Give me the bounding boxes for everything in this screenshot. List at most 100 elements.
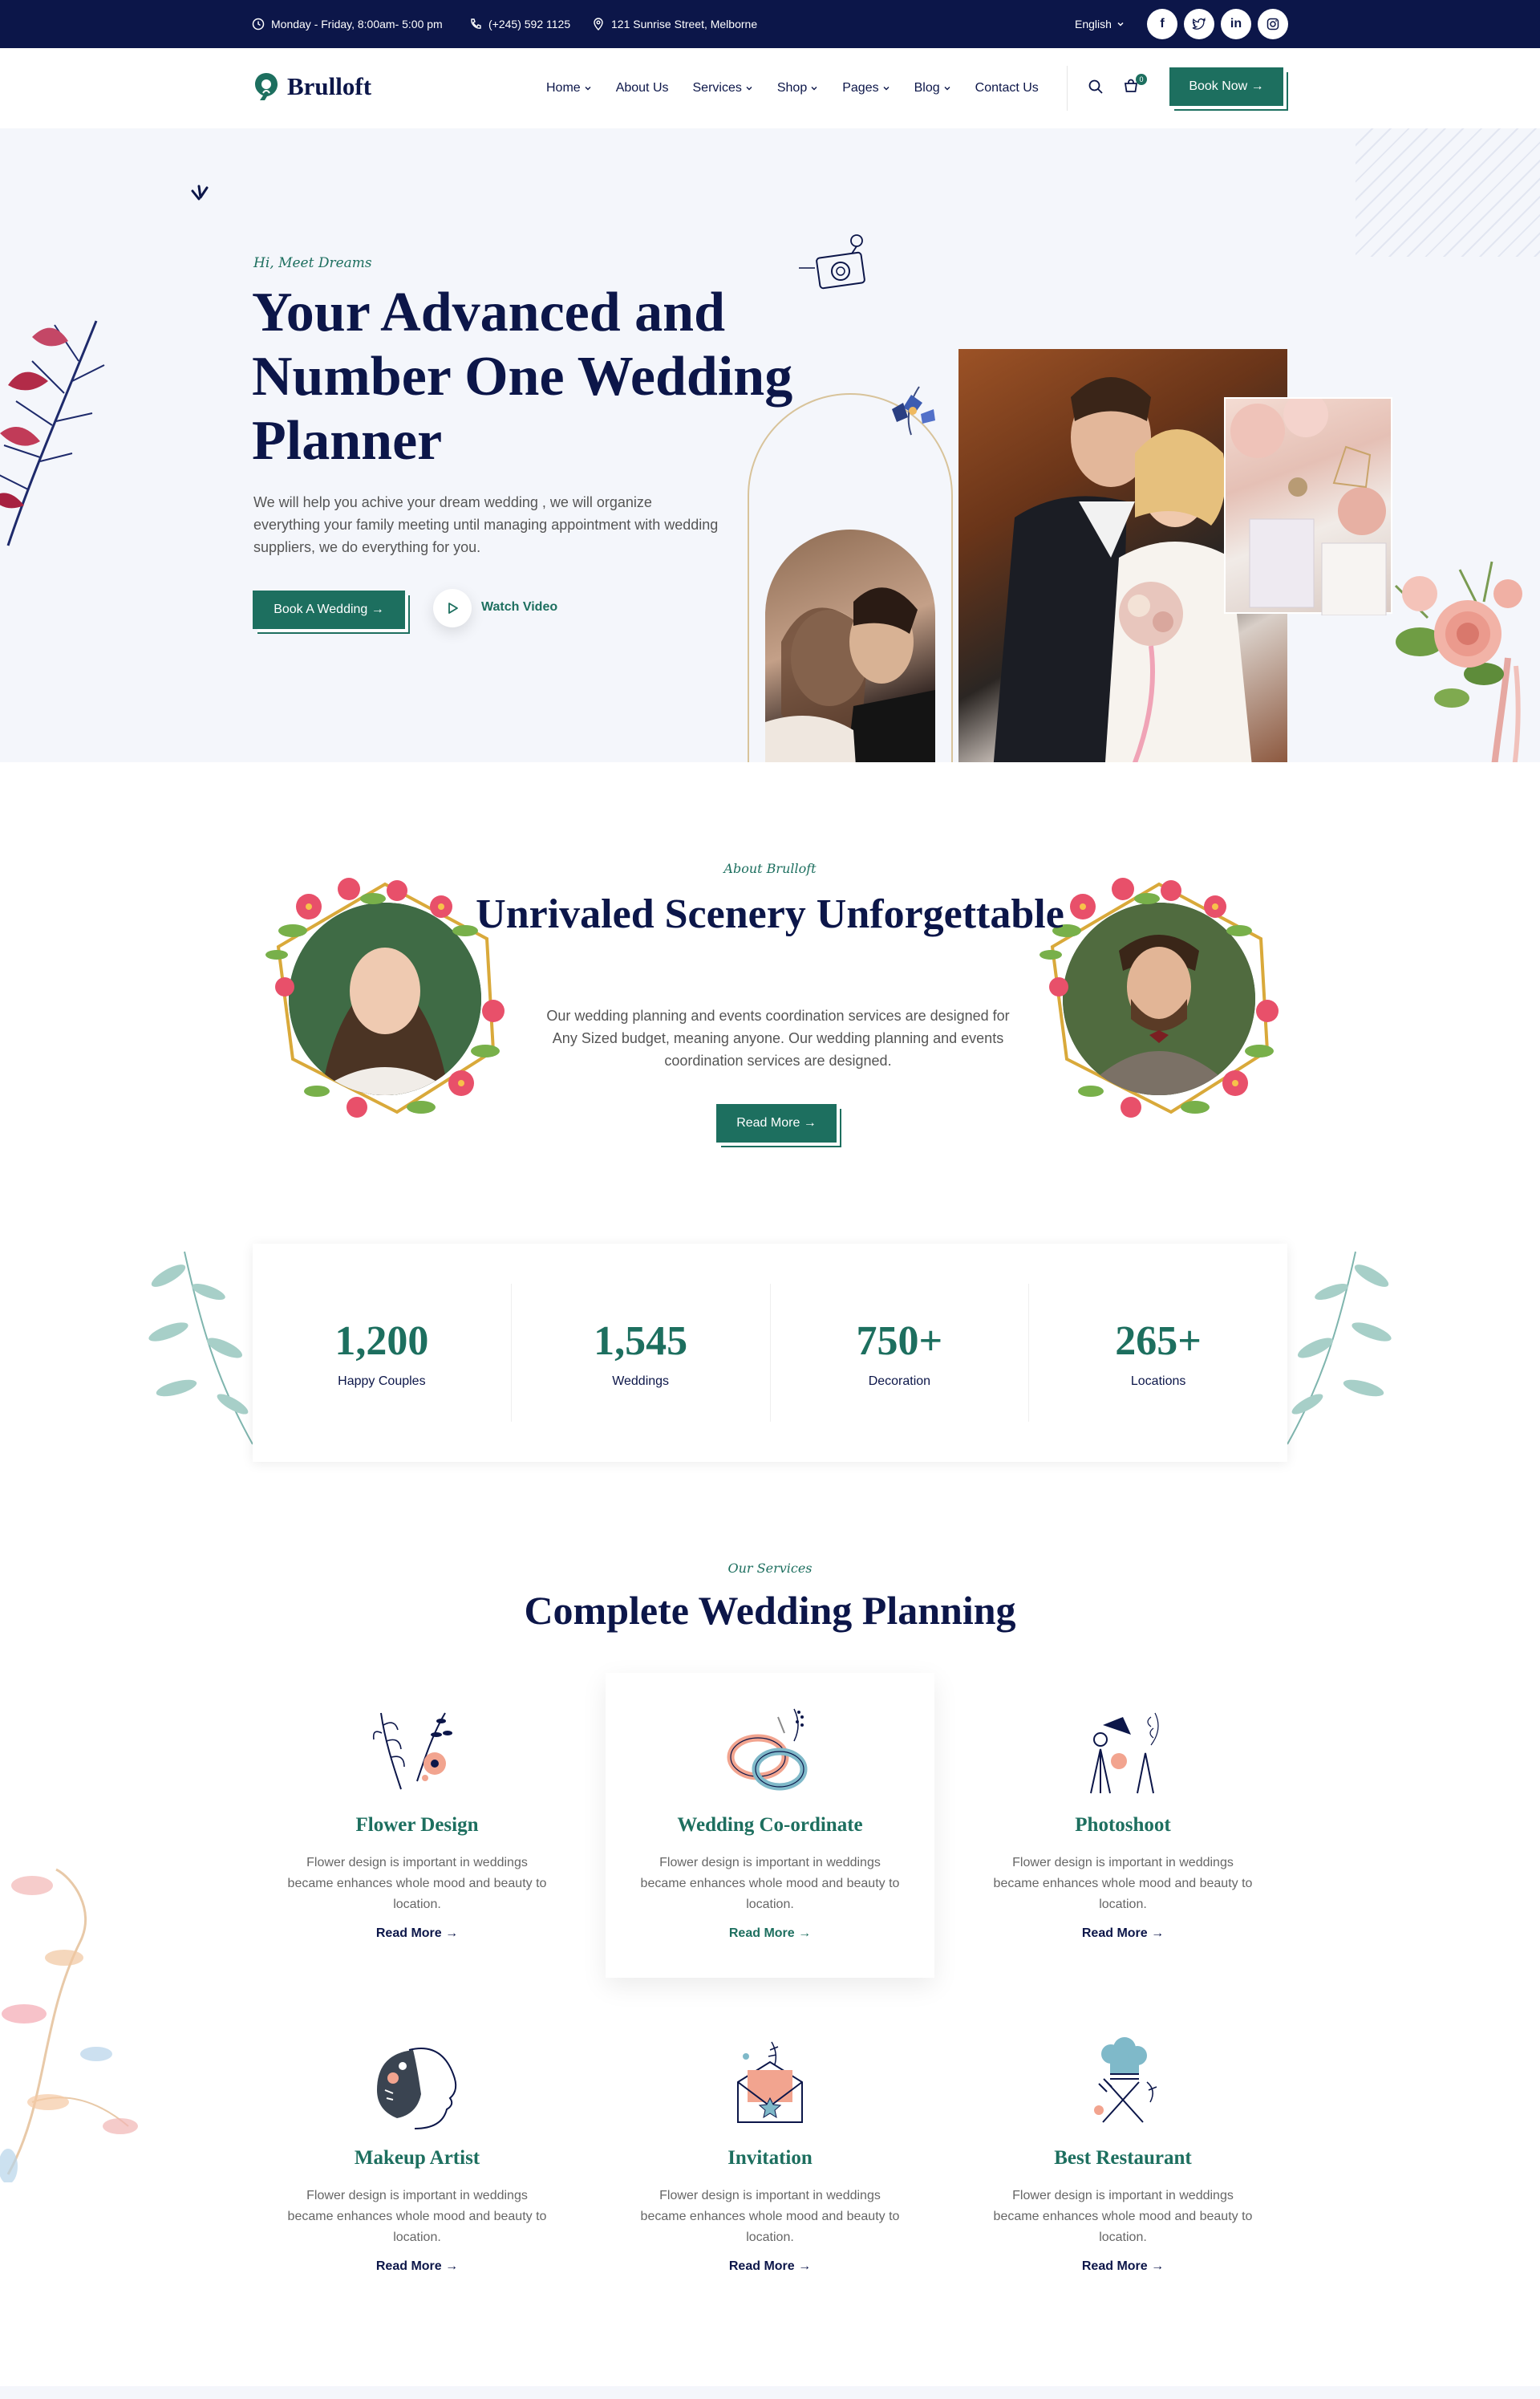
main-nav: Home About Us Services Shop Pages Blog C… xyxy=(546,48,1039,128)
stat-weddings: 1,545 Weddings xyxy=(512,1284,771,1422)
blue-flower-icon xyxy=(892,386,935,436)
book-wedding-button[interactable]: Book A Wedding → xyxy=(253,591,405,629)
nav-home[interactable]: Home xyxy=(546,81,592,95)
stat-happy-couples: 1,200 Happy Couples xyxy=(253,1284,512,1422)
service-name: Photoshoot xyxy=(1075,1814,1171,1836)
phone-text: (+245) 592 1125 xyxy=(488,18,571,30)
language-selector[interactable]: English xyxy=(1075,0,1125,48)
stats-counter: 1,200 Happy Couples 1,545 Weddings 750+ … xyxy=(253,1244,1287,1462)
service-description: Flower design is important in weddings b… xyxy=(993,1856,1253,1911)
chevron-down-icon xyxy=(746,87,752,91)
nav-pages[interactable]: Pages xyxy=(842,81,890,95)
floral-decoration-services xyxy=(0,1868,138,2182)
play-video-button[interactable] xyxy=(433,589,472,627)
service-card-flower-design[interactable]: Flower Design Flower design is important… xyxy=(253,1673,582,1978)
nav-services[interactable]: Services xyxy=(693,81,753,95)
location-pin-icon xyxy=(594,18,603,30)
address-info: 121 Sunrise Street, Melborne xyxy=(592,0,757,48)
chevron-down-icon xyxy=(1117,22,1124,26)
language-label: English xyxy=(1075,18,1112,30)
facebook-icon[interactable]: f xyxy=(1147,9,1177,39)
service-card-photoshoot[interactable]: Photoshoot Flower design is important in… xyxy=(958,1673,1287,1978)
nav-home-label: Home xyxy=(546,81,581,95)
nav-about[interactable]: About Us xyxy=(616,81,669,95)
services-subtitle: Our Services xyxy=(727,1561,813,1576)
twitter-icon[interactable] xyxy=(1184,9,1214,39)
about-subtitle: About Brulloft xyxy=(723,861,817,876)
stat-value: 750+ xyxy=(856,1317,943,1364)
stat-label: Locations xyxy=(1130,1374,1186,1388)
service-read-more-link[interactable]: Read More → xyxy=(606,1926,934,1941)
nav-blog-label: Blog xyxy=(914,81,940,95)
hero-subtitle: Hi, Meet Dreams xyxy=(253,255,372,271)
linkedin-icon[interactable]: in xyxy=(1221,9,1251,39)
service-read-more-link[interactable]: Read More → xyxy=(958,2259,1287,2274)
nav-pages-label: Pages xyxy=(842,81,879,95)
service-description: Flower design is important in weddings b… xyxy=(287,2189,547,2244)
next-section-strip xyxy=(0,2386,1540,2399)
instagram-icon[interactable] xyxy=(1258,9,1288,39)
service-card-invitation[interactable]: Invitation Flower design is important in… xyxy=(606,2006,934,2311)
stat-label: Happy Couples xyxy=(338,1374,426,1388)
service-card-makeup-artist[interactable]: Makeup Artist Flower design is important… xyxy=(253,2006,582,2311)
chevron-down-icon xyxy=(811,87,817,91)
chevron-down-icon xyxy=(944,87,950,91)
service-name: Invitation xyxy=(727,2147,813,2169)
watch-video-link[interactable]: Watch Video xyxy=(481,600,557,615)
book-now-button[interactable]: Book Now → xyxy=(1169,67,1283,106)
cart-count-badge: 0 xyxy=(1136,74,1147,85)
stat-decoration: 750+ Decoration xyxy=(771,1284,1030,1422)
leaf-decoration-left xyxy=(0,320,105,546)
services-title: Complete Wedding Planning xyxy=(524,1588,1016,1633)
chevron-down-icon xyxy=(585,87,591,91)
nav-blog[interactable]: Blog xyxy=(914,81,951,95)
service-read-more-link[interactable]: Read More → xyxy=(958,1926,1287,1941)
hero-title: Your Advanced and Number One Wedding Pla… xyxy=(252,282,793,472)
stat-value: 265+ xyxy=(1115,1317,1202,1364)
site-logo[interactable]: Brulloft xyxy=(252,71,371,103)
chevron-down-icon xyxy=(883,87,890,91)
service-card-wedding-coordinate[interactable]: Wedding Co-ordinate Flower design is imp… xyxy=(606,1673,934,1978)
play-icon xyxy=(448,603,458,614)
service-read-more-link[interactable]: Read More → xyxy=(253,1926,582,1941)
service-read-more-link[interactable]: Read More → xyxy=(253,2259,582,2274)
stat-locations: 265+ Locations xyxy=(1029,1284,1287,1422)
logo-text: Brulloft xyxy=(287,72,372,100)
leaf-decoration-counter-left xyxy=(148,1251,253,1445)
read-more-button[interactable]: Read More → xyxy=(716,1104,837,1143)
about-title: Unrivaled Scenery Unforgettable xyxy=(476,891,1064,937)
nav-divider xyxy=(1067,66,1068,111)
nav-services-label: Services xyxy=(692,81,742,95)
nav-about-label: About Us xyxy=(615,81,669,95)
hours-info: Monday - Friday, 8:00am- 5:00 pm xyxy=(252,0,443,48)
stat-label: Decoration xyxy=(868,1374,931,1388)
service-description: Flower design is important in weddings b… xyxy=(640,2189,900,2244)
stat-value: 1,200 xyxy=(334,1317,429,1364)
address-text: 121 Sunrise Street, Melborne xyxy=(611,18,758,30)
search-icon[interactable] xyxy=(1088,79,1107,98)
nav-contact[interactable]: Contact Us xyxy=(975,81,1039,95)
rings-icon xyxy=(727,1708,808,1791)
flower-icon xyxy=(372,1712,452,1790)
couple-photo-oval xyxy=(765,530,935,762)
service-description: Flower design is important in weddings b… xyxy=(993,2189,1253,2244)
phone-info[interactable]: (+245) 592 1125 xyxy=(469,0,570,48)
topbar: Monday - Friday, 8:00am- 5:00 pm (+245) … xyxy=(0,0,1540,48)
nav-shop-label: Shop xyxy=(776,81,808,95)
service-card-best-restaurant[interactable]: Best Restaurant Flower design is importa… xyxy=(958,2006,1287,2311)
stat-value: 1,545 xyxy=(594,1317,688,1364)
about-description: Our wedding planning and events coordina… xyxy=(546,1008,1010,1069)
service-read-more-link[interactable]: Read More → xyxy=(606,2259,934,2274)
stat-label: Weddings xyxy=(612,1374,670,1388)
main-header: Brulloft Home About Us Services Shop Pag… xyxy=(0,48,1540,128)
service-description: Flower design is important in weddings b… xyxy=(287,1856,547,1911)
hero-description: We will help you achive your dream weddi… xyxy=(253,494,719,555)
cart-button[interactable]: 0 xyxy=(1123,74,1147,98)
logo-mark-icon xyxy=(255,73,278,100)
phone-icon xyxy=(471,18,481,29)
nav-shop[interactable]: Shop xyxy=(777,81,818,95)
decorative-stripes xyxy=(1356,128,1540,257)
service-name: Makeup Artist xyxy=(354,2147,480,2169)
chef-icon xyxy=(1094,2037,1157,2123)
camera-doodle-icon xyxy=(799,234,865,290)
